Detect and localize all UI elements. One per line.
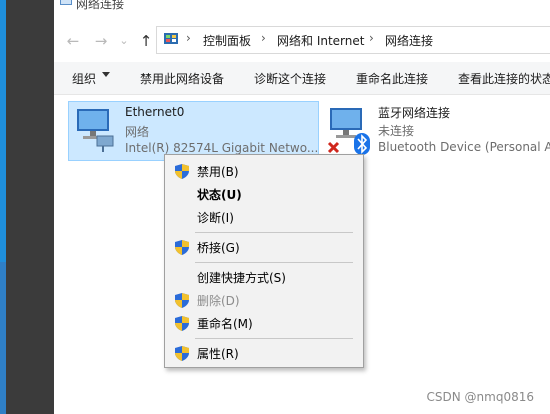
menu-separator	[195, 262, 353, 263]
breadcrumb-network-internet[interactable]: 网络和 Internet	[277, 32, 364, 49]
connection-item-bluetooth[interactable]: 蓝牙网络连接 未连接 Bluetooth Device (Personal A	[322, 101, 550, 159]
menu-item-label: 属性(R)	[197, 347, 239, 361]
menu-item-delete: 删除(D)	[165, 289, 363, 311]
menu-item-create-shortcut[interactable]: 创建快捷方式(S)	[165, 266, 363, 288]
breadcrumb-separator[interactable]: ›	[261, 31, 266, 45]
menu-item-properties[interactable]: 属性(R)	[165, 342, 363, 364]
chevron-down-icon[interactable]	[102, 72, 110, 77]
command-bar: 组织 禁用此网络设备 诊断这个连接 重命名此连接 查看此连接的状态	[54, 62, 550, 95]
connection-status: 未连接	[378, 124, 415, 138]
menu-separator	[195, 338, 353, 339]
organize-button[interactable]: 组织	[72, 70, 96, 87]
menu-item-label: 删除(D)	[197, 294, 240, 308]
recent-locations-icon[interactable]: ⌄	[118, 32, 130, 50]
control-panel-icon	[164, 33, 178, 44]
menu-item-status[interactable]: 状态(U)	[165, 183, 363, 205]
explorer-window: 网络连接 ← → ⌄ ↑ › 控制面板 › 网络和 Internet › 网络连…	[54, 0, 550, 414]
connection-name: 蓝牙网络连接	[378, 106, 451, 120]
menu-item-label: 禁用(B)	[197, 165, 239, 179]
network-adapter-icon	[77, 109, 114, 152]
uac-shield-icon	[175, 164, 189, 179]
window-title: 网络连接	[76, 0, 125, 11]
menu-item-disable[interactable]: 禁用(B)	[165, 160, 363, 182]
breadcrumb-network-connections[interactable]: 网络连接	[385, 32, 433, 49]
back-arrow-icon[interactable]: ←	[64, 32, 82, 50]
connection-item-ethernet0[interactable]: Ethernet0 网络 Intel(R) 82574L Gigabit Net…	[68, 101, 319, 161]
menu-item-label: 桥接(G)	[197, 241, 240, 255]
menu-item-label: 诊断(I)	[197, 211, 234, 225]
breadcrumb-separator: ›	[186, 31, 191, 45]
uac-shield-icon	[175, 293, 189, 308]
context-menu: 禁用(B) 状态(U) 诊断(I) 桥接(G) 创建快捷方式(S) 删除(D) …	[164, 154, 364, 368]
title-bar: 网络连接	[54, 0, 550, 14]
connection-status: 网络	[125, 125, 150, 139]
connection-device: Bluetooth Device (Personal A	[378, 140, 550, 154]
network-folder-icon	[60, 0, 72, 5]
menu-item-bridge[interactable]: 桥接(G)	[165, 236, 363, 258]
menu-item-rename[interactable]: 重命名(M)	[165, 312, 363, 334]
menu-item-label: 重命名(M)	[197, 317, 253, 331]
desktop-panel	[6, 0, 54, 414]
disable-device-button[interactable]: 禁用此网络设备	[140, 70, 224, 87]
menu-separator	[195, 232, 353, 233]
menu-item-diagnose[interactable]: 诊断(I)	[165, 206, 363, 228]
uac-shield-icon	[175, 316, 189, 331]
address-bar[interactable]: › 控制面板 › 网络和 Internet › 网络连接	[156, 26, 550, 54]
up-arrow-icon[interactable]: ↑	[137, 32, 155, 50]
connection-name: Ethernet0	[125, 105, 185, 119]
view-status-button[interactable]: 查看此连接的状态	[458, 70, 550, 87]
menu-item-label: 创建快捷方式(S)	[197, 271, 286, 285]
bluetooth-adapter-icon	[327, 108, 370, 155]
breadcrumb-separator[interactable]: ›	[369, 31, 374, 45]
watermark-text: CSDN @nmq0816	[426, 390, 534, 404]
menu-item-label: 状态(U)	[197, 188, 242, 202]
uac-shield-icon	[175, 346, 189, 361]
rename-connection-button[interactable]: 重命名此连接	[356, 70, 428, 87]
connection-device: Intel(R) 82574L Gigabit Netwo...	[125, 141, 319, 155]
uac-shield-icon	[175, 240, 189, 255]
forward-arrow-icon[interactable]: →	[92, 32, 110, 50]
diagnose-connection-button[interactable]: 诊断这个连接	[254, 70, 326, 87]
breadcrumb-control-panel[interactable]: 控制面板	[203, 32, 251, 49]
